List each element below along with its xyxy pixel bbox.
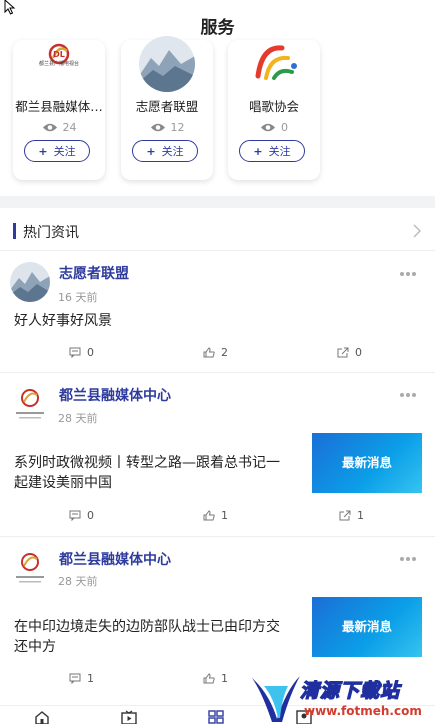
view-count-value: 12 [170, 121, 185, 134]
comment-icon [69, 673, 81, 685]
plus-icon: + [146, 145, 156, 158]
post-time: 16 天前 [58, 291, 98, 304]
plus-icon: + [38, 145, 48, 158]
comment-icon [69, 347, 81, 359]
section-accent-bar [13, 223, 16, 239]
comment-stat[interactable]: 1 [69, 672, 94, 685]
top-header: 服务 [0, 0, 435, 44]
share-stat[interactable]: 0 [337, 346, 362, 359]
comment-count: 0 [87, 346, 94, 359]
comment-icon [69, 510, 81, 522]
org-card-name: 志愿者联盟 [135, 99, 199, 114]
view-count: 0 [228, 121, 320, 134]
watermark-logo [252, 676, 300, 722]
share-count: 0 [355, 346, 362, 359]
follow-button[interactable]: + 关注 [239, 140, 305, 162]
more-icon[interactable] [399, 392, 417, 398]
org-card-row: DL 都兰县广播电视台 都兰县融媒体… 24 + 关注 志愿者联盟 12 + 关注 [0, 36, 435, 190]
post-text[interactable]: 系列时政微视频丨转型之路—跟着总书记一 起建设美丽中国 [14, 453, 280, 493]
post-author[interactable]: 都兰县融媒体中心 [59, 549, 171, 569]
org-card-name: 唱歌协会 [248, 99, 299, 114]
like-stat[interactable]: 1 [203, 509, 228, 522]
org-card-singing-association[interactable]: 唱歌协会 0 + 关注 [228, 40, 320, 180]
follow-button[interactable]: + 关注 [132, 140, 198, 162]
like-count: 2 [221, 346, 228, 359]
share-stat[interactable]: 1 [339, 509, 364, 522]
eye-icon [150, 123, 165, 132]
dulan-media-avatar[interactable] [10, 548, 50, 588]
thumbs-up-icon [203, 510, 215, 521]
post-author[interactable]: 都兰县融媒体中心 [59, 385, 171, 405]
more-icon[interactable] [399, 271, 417, 277]
home-icon[interactable] [34, 710, 50, 724]
news-post[interactable]: 都兰县融媒体中心 28 天前 系列时政微视频丨转型之路—跟着总书记一 起建设美丽… [0, 372, 435, 536]
org-card-volunteer-alliance[interactable]: 志愿者联盟 12 + 关注 [121, 36, 213, 180]
follow-label: 关注 [161, 145, 184, 158]
view-count: 12 [121, 121, 213, 134]
view-count: 24 [13, 121, 105, 134]
share-icon [339, 510, 351, 521]
comment-stat[interactable]: 0 [69, 509, 94, 522]
like-count: 1 [221, 509, 228, 522]
post-thumbnail[interactable]: 最新消息 [312, 433, 422, 493]
watermark-text: 清源下载站 [299, 679, 401, 702]
share-count: 1 [357, 509, 364, 522]
view-count-value: 24 [62, 121, 77, 134]
thumbs-up-icon [203, 347, 215, 358]
hot-news-header[interactable]: 热门资讯 [0, 212, 435, 250]
org-card-name: 都兰县融媒体… [15, 99, 103, 114]
news-post[interactable]: 志愿者联盟 16 天前 好人好事好风景 0 2 0 [0, 250, 435, 372]
follow-label: 关注 [53, 145, 76, 158]
grid-icon[interactable] [208, 710, 224, 724]
logo-caption: 都兰县广播电视台 [38, 61, 79, 67]
comment-stat[interactable]: 0 [69, 346, 94, 359]
colorful-swirl-logo [255, 45, 297, 80]
post-time: 28 天前 [58, 575, 98, 588]
follow-label: 关注 [268, 145, 291, 158]
view-count-value: 0 [281, 121, 288, 134]
svg-text:DL: DL [53, 50, 65, 59]
post-text[interactable]: 在中印边境走失的边防部队战士已由印方交 还中方 [14, 617, 280, 657]
like-count: 1 [221, 672, 228, 685]
watermark-url: www.fotmeh.com [304, 704, 422, 718]
post-text[interactable]: 好人好事好风景 [14, 311, 112, 331]
section-divider [0, 196, 435, 208]
plus-icon: + [253, 145, 263, 158]
mountain-avatar [139, 36, 195, 92]
comment-count: 1 [87, 672, 94, 685]
share-icon [337, 347, 349, 358]
org-card-dulan-media[interactable]: DL 都兰县广播电视台 都兰县融媒体… 24 + 关注 [13, 40, 105, 180]
video-icon[interactable] [121, 710, 137, 724]
dulan-media-avatar[interactable] [10, 384, 50, 424]
thumbs-up-icon [203, 673, 215, 684]
post-text-line: 还中方 [14, 639, 56, 655]
post-author[interactable]: 志愿者联盟 [59, 263, 129, 283]
avatar[interactable] [10, 262, 50, 302]
follow-button[interactable]: + 关注 [24, 140, 90, 162]
post-text-line: 系列时政微视频丨转型之路—跟着总书记一 [14, 455, 280, 471]
post-text-line: 起建设美丽中国 [14, 475, 112, 491]
like-stat[interactable]: 2 [203, 346, 228, 359]
page-title: 服务 [200, 18, 235, 38]
post-text-line: 在中印边境走失的边防部队战士已由印方交 [14, 619, 280, 635]
post-time: 28 天前 [58, 412, 98, 425]
comment-count: 0 [87, 509, 94, 522]
like-stat[interactable]: 1 [203, 672, 228, 685]
more-icon[interactable] [399, 556, 417, 562]
eye-icon [42, 123, 57, 132]
post-thumbnail[interactable]: 最新消息 [312, 597, 422, 657]
chevron-right-icon[interactable] [413, 224, 421, 238]
watermark: 清源下载站 www.fotmeh.com [250, 668, 435, 725]
eye-icon [261, 123, 275, 132]
section-title: 热门资讯 [23, 225, 79, 241]
